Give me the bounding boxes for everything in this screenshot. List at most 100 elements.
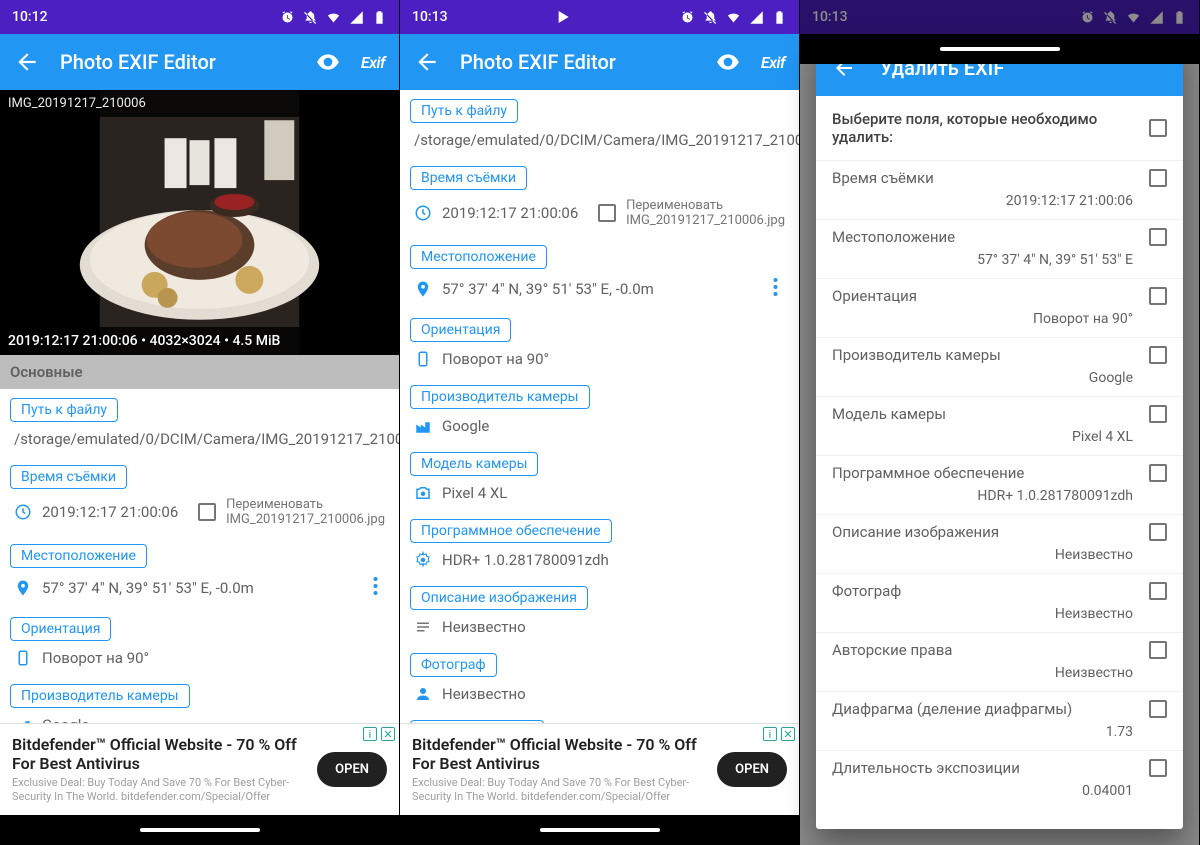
exif-button[interactable]: Exif [361,53,385,72]
back-icon[interactable] [414,49,440,75]
visibility-icon[interactable] [715,49,741,75]
field-time-label[interactable]: Время съёмки [410,166,527,190]
ad-close-icon[interactable]: ✕ [381,727,395,741]
row-photographer-checkbox[interactable] [1149,582,1167,600]
ad-close-icon[interactable]: ✕ [781,727,795,741]
app-title: Photo EXIF Editor [60,50,295,74]
status-bar: 10:12 [0,0,399,34]
battery-icon [772,10,787,25]
scroll-content[interactable]: Путь к файлу /storage/emulated/0/DCIM/Ca… [400,90,799,723]
row-time-checkbox[interactable] [1149,169,1167,187]
visibility-icon[interactable] [315,49,341,75]
row-exposure-checkbox[interactable] [1149,759,1167,777]
field-time-value: 2019:12:17 21:00:06 [42,503,188,521]
row-location-label: Местоположение [832,228,1139,246]
field-software-label[interactable]: Программное обеспечение [410,519,612,543]
ad-open-button[interactable]: OPEN [717,752,787,787]
navigation-bar[interactable] [0,815,399,845]
field-model-label[interactable]: Модель камеры [410,452,538,476]
rename-checkbox[interactable] [598,204,616,222]
field-photographer-label[interactable]: Фотограф [410,653,497,677]
row-make-checkbox[interactable] [1149,346,1167,364]
factory-icon [14,716,32,723]
status-bar: 10:13 [400,0,799,34]
app-title: Photo EXIF Editor [460,50,695,74]
status-time: 10:13 [412,9,448,25]
navigation-bar[interactable] [400,815,799,845]
scroll-content[interactable]: IMG_20191217_210006 2019:12:17 21:00:06 … [0,90,399,723]
ad-banner[interactable]: i ✕ Bitdefender™ Official Website - 70 % … [0,723,399,815]
section-main: Основные [0,355,399,389]
location-menu-icon[interactable] [365,576,385,600]
row-exposure-value: 0.04001 [832,783,1167,799]
row-time-value: 2019:12:17 21:00:06 [832,193,1167,209]
field-photographer-value: Неизвестно [442,685,785,703]
field-make-value: Google [42,716,385,723]
field-time-label[interactable]: Время съёмки [10,465,127,489]
field-make-label[interactable]: Производитель камеры [10,684,190,708]
field-software-value: HDR+ 1.0.281780091zdh [442,551,785,569]
field-path-label[interactable]: Путь к файлу [10,398,118,422]
ad-headline: Bitdefender™ Official Website - 70 % Off… [12,735,307,773]
location-menu-icon[interactable] [765,277,785,301]
row-time-label: Время съёмки [832,169,1139,187]
signal-icon [349,10,364,25]
back-icon[interactable] [14,49,40,75]
row-location-checkbox[interactable] [1149,228,1167,246]
row-orientation-checkbox[interactable] [1149,287,1167,305]
field-location-value: 57° 37' 4" N, 39° 51' 53" E, -0.0m [442,280,755,298]
row-model-checkbox[interactable] [1149,405,1167,423]
row-copyright-checkbox[interactable] [1149,641,1167,659]
row-model-value: Pixel 4 XL [832,429,1167,445]
field-make-value: Google [442,417,785,435]
row-copyright-value: Неизвестно [832,665,1167,681]
ad-headline: Bitdefender™ Official Website - 70 % Off… [412,735,707,773]
row-model-label: Модель камеры [832,405,1139,423]
navigation-bar[interactable] [800,34,1199,64]
row-make-label: Производитель камеры [832,346,1139,364]
status-icons [680,10,787,25]
photo-preview[interactable]: IMG_20191217_210006 2019:12:17 21:00:06 … [0,90,399,355]
row-desc-value: Неизвестно [832,547,1167,563]
screen-1-editor-photo: 10:12 Photo EXIF Editor Exif IMG_2019121… [0,0,400,845]
field-path-value: /storage/emulated/0/DCIM/Camera/IMG_2019… [14,430,399,448]
ad-info-icon[interactable]: i [763,727,777,741]
field-make-label[interactable]: Производитель камеры [410,385,590,409]
ad-banner[interactable]: i ✕ Bitdefender™ Official Website - 70 % … [400,723,799,815]
row-copyright-label: Авторские права [832,641,1139,659]
dialog-instruction: Выберите поля, которые необходимо удалит… [832,110,1139,146]
clock-icon [414,204,432,222]
field-location-label[interactable]: Местоположение [10,544,147,568]
ad-open-button[interactable]: OPEN [317,752,387,787]
field-desc-value: Неизвестно [442,618,785,636]
row-software-checkbox[interactable] [1149,464,1167,482]
field-path-value: /storage/emulated/0/DCIM/Camera/IMG_2019… [414,131,799,149]
field-model-value: Pixel 4 XL [442,484,785,502]
row-location-value: 57° 37' 4" N, 39° 51' 53" E [832,252,1167,268]
gear-icon [414,551,432,569]
ad-info-icon[interactable]: i [363,727,377,741]
lines-icon [414,618,432,636]
select-all-checkbox[interactable] [1149,119,1167,137]
row-photographer-label: Фотограф [832,582,1139,600]
field-time-value: 2019:12:17 21:00:06 [442,204,588,222]
field-location-label[interactable]: Местоположение [410,245,547,269]
field-path-label[interactable]: Путь к файлу [410,99,518,123]
delete-exif-dialog: Удалить EXIF Выберите поля, которые необ… [816,40,1183,829]
exif-button[interactable]: Exif [761,53,785,72]
phone-icon [414,350,432,368]
screen-2-editor-scrolled: 10:13 Photo EXIF Editor Exif Путь к файл… [400,0,800,845]
row-desc-label: Описание изображения [832,523,1139,541]
field-orientation-label[interactable]: Ориентация [410,318,511,342]
wifi-icon [326,10,341,25]
row-desc-checkbox[interactable] [1149,523,1167,541]
row-aperture-checkbox[interactable] [1149,700,1167,718]
mute-icon [703,10,718,25]
dialog-scroll[interactable]: Выберите поля, которые необходимо удалит… [816,96,1183,829]
field-desc-label[interactable]: Описание изображения [410,586,588,610]
photo-filename: IMG_20191217_210006 [0,90,399,117]
field-orientation-label[interactable]: Ориентация [10,617,111,641]
play-store-icon [556,9,572,25]
row-exposure-label: Длительность экспозиции [832,759,1139,777]
rename-checkbox[interactable] [198,503,216,521]
